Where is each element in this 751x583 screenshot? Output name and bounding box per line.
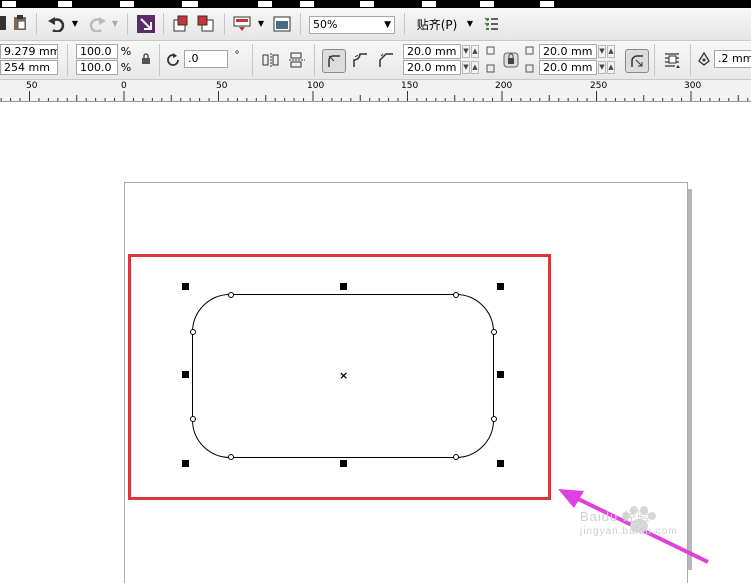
zoom-dropdown-icon: ▼ — [384, 20, 391, 30]
menu-bar[interactable] — [0, 0, 751, 8]
application-launcher-icon[interactable] — [233, 15, 251, 33]
selection-handle-bottom-right[interactable] — [497, 460, 504, 467]
options-icon[interactable] — [484, 15, 500, 33]
corner-node[interactable] — [228, 454, 234, 460]
snap-to-button[interactable]: 贴齐(P) — [414, 16, 460, 32]
ruler-label: 150 — [401, 81, 419, 91]
corner-node[interactable] — [190, 329, 196, 335]
scalloped-corner-button[interactable] — [350, 50, 370, 70]
selection-handle-middle-right[interactable] — [497, 371, 504, 378]
undo-icon[interactable] — [46, 15, 68, 33]
corner-node[interactable] — [453, 292, 459, 298]
corner-bottom-left-spinner[interactable]: ▼ ▲ — [462, 61, 480, 74]
corner-node[interactable] — [228, 292, 234, 298]
ruler-label: 50 — [216, 81, 228, 91]
object-height-input[interactable]: 254 mm — [0, 60, 58, 75]
undo-dropdown-icon[interactable]: ▼ — [71, 17, 79, 29]
standard-toolbar: ▼ ▼ ▼ 50% ▼ 贴齐(P) ▼ — [0, 8, 751, 41]
corner-link-right-icon — [524, 44, 536, 76]
watermark-text: Baidu 经验 — [580, 509, 651, 524]
corner-radius-bottom-right-input[interactable]: 20.0 mm — [539, 60, 597, 75]
ruler-label: 250 — [590, 81, 608, 91]
corner-top-left-spinner[interactable]: ▼ ▲ — [462, 45, 480, 58]
degree-label: ° — [234, 49, 240, 61]
redo-icon[interactable] — [86, 15, 108, 33]
relative-corner-scaling-button[interactable] — [625, 49, 649, 73]
corner-radius-top-left-input[interactable]: 20.0 mm — [403, 44, 461, 59]
zoom-level-select[interactable]: 50% ▼ — [309, 16, 395, 34]
ruler-ticks — [0, 91, 749, 101]
ruler-label: 100 — [307, 81, 325, 91]
scale-x-input[interactable]: 100.0 — [76, 44, 118, 59]
paste-icon[interactable] — [12, 15, 28, 31]
selection-handle-bottom-center[interactable] — [340, 460, 347, 467]
wrap-text-icon[interactable] — [662, 50, 682, 70]
selection-handle-top-center[interactable] — [340, 283, 347, 290]
corner-radius-bottom-left-input[interactable]: 20.0 mm — [403, 60, 461, 75]
selection-handle-top-right[interactable] — [497, 283, 504, 290]
redo-dropdown-icon[interactable]: ▼ — [111, 17, 119, 29]
export-icon[interactable] — [172, 15, 190, 33]
corner-link-left-icon — [485, 44, 497, 76]
drawing-canvas[interactable]: × Baidu 经验 jingyan.baidu.com — [0, 102, 751, 583]
round-corner-button[interactable] — [322, 49, 346, 73]
selection-handle-middle-left[interactable] — [182, 371, 189, 378]
edit-corners-together-icon[interactable] — [502, 50, 520, 70]
mirror-horizontal-icon[interactable] — [262, 51, 280, 69]
center-marker-icon[interactable]: × — [339, 370, 348, 381]
outline-width-input[interactable]: .2 mm — [714, 50, 751, 68]
percent-x-label: % — [120, 45, 132, 58]
corner-radius-top-right-input[interactable]: 20.0 mm — [539, 44, 597, 59]
ruler-label: 0 — [121, 81, 127, 91]
zoom-level-value: 50% — [313, 18, 338, 31]
corner-node[interactable] — [190, 416, 196, 422]
import-icon[interactable] — [137, 15, 155, 33]
property-bar: 9.279 mm 254 mm 100.0 100.0 % % .0 ° 20.… — [0, 41, 751, 80]
ruler-label: 300 — [684, 81, 702, 91]
outline-pen-icon — [697, 51, 711, 67]
corner-node[interactable] — [453, 454, 459, 460]
welcome-screen-icon[interactable] — [273, 15, 291, 33]
corner-node[interactable] — [491, 416, 497, 422]
ruler-label: 50 — [26, 81, 38, 91]
launcher-dropdown-icon[interactable]: ▼ — [257, 17, 265, 29]
corner-top-right-spinner[interactable]: ▼ ▲ — [598, 45, 616, 58]
object-width-input[interactable]: 9.279 mm — [0, 44, 58, 59]
mirror-vertical-icon[interactable] — [288, 51, 306, 69]
chamfered-corner-button[interactable] — [376, 50, 396, 70]
percent-y-label: % — [120, 61, 132, 74]
corner-bottom-right-spinner[interactable]: ▼ ▲ — [598, 61, 616, 74]
publish-icon[interactable] — [197, 15, 215, 33]
corner-node[interactable] — [491, 329, 497, 335]
lock-ratio-icon[interactable] — [140, 52, 152, 66]
rotation-icon — [166, 51, 180, 67]
selection-handle-bottom-left[interactable] — [182, 460, 189, 467]
cut-icon[interactable] — [0, 16, 6, 30]
ruler-label: 200 — [495, 81, 513, 91]
horizontal-ruler[interactable]: 50 0 50 100 150 200 250 300 — [0, 80, 751, 102]
selection-handle-top-left[interactable] — [182, 283, 189, 290]
scale-y-input[interactable]: 100.0 — [76, 60, 118, 75]
watermark-subtext: jingyan.baidu.com — [580, 526, 678, 537]
snap-dropdown-icon[interactable]: ▼ — [466, 17, 474, 29]
rotation-angle-input[interactable]: .0 — [184, 50, 228, 68]
